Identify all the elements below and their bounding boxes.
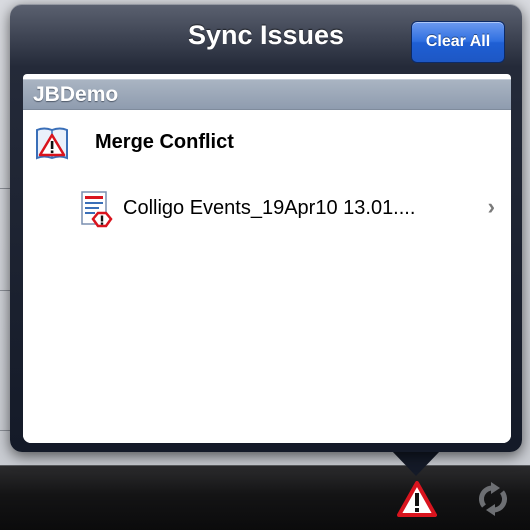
empty-row [23, 310, 511, 377]
sync-toolbar-button[interactable] [470, 476, 516, 522]
bottom-toolbar [0, 465, 530, 530]
warning-triangle-icon [397, 481, 437, 517]
chevron-right-icon: › [487, 194, 495, 219]
merge-conflict-icon [36, 127, 68, 160]
sync-icon [478, 482, 508, 516]
clear-all-button[interactable]: Clear All [411, 21, 505, 63]
popover-arrow [391, 450, 441, 476]
group-label: Merge Conflict [95, 131, 234, 153]
list-item[interactable]: Colligo Events_19Apr10 13.01.... › [23, 176, 511, 245]
document-warning-icon [81, 191, 113, 228]
empty-row [23, 376, 511, 443]
sync-issues-popover: Sync Issues Clear All JBDemo Merge Confl… [10, 4, 522, 452]
section-title: JBDemo [33, 83, 119, 106]
merge-conflict-group-row: Merge Conflict [23, 110, 511, 177]
warning-toolbar-button[interactable] [394, 476, 440, 522]
section-header: JBDemo [23, 79, 511, 110]
empty-row [23, 244, 511, 311]
sync-issues-table: JBDemo Merge Conflict Colligo Events_19A… [23, 74, 511, 443]
item-label: Colligo Events_19Apr10 13.01.... [123, 197, 416, 219]
